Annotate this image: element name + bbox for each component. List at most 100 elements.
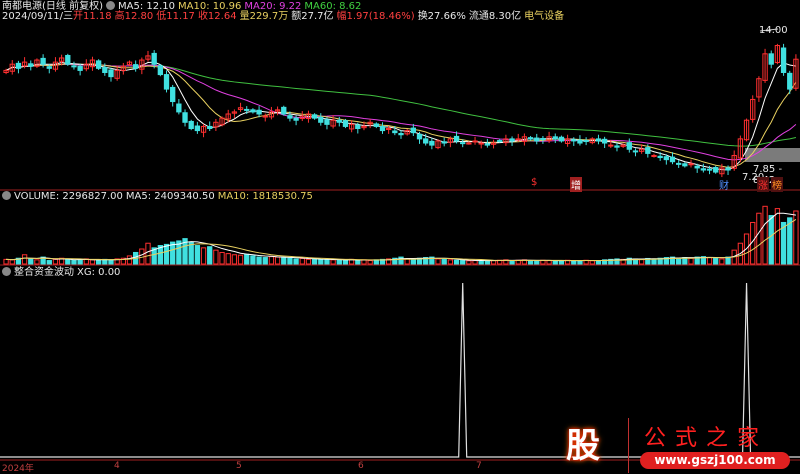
volume-ma10: MA10: 1818530.75 [217, 191, 313, 202]
volume-bar [225, 253, 231, 265]
ma10-line [5, 63, 797, 168]
volume-bar [552, 260, 558, 265]
volume-bar [231, 254, 238, 265]
candle-body [614, 145, 620, 148]
candle-body [108, 69, 114, 78]
volume-bar [200, 247, 207, 265]
volume-header: VOLUME: 2296827.00 MA5: 2409340.50 MA10: 1… [2, 191, 316, 203]
volume-bar [244, 253, 250, 265]
volume-bar [330, 259, 336, 265]
volume-bar [34, 259, 40, 265]
candle-body [626, 142, 632, 150]
marker[interactable]: 财 [718, 177, 730, 192]
candle-body [552, 136, 558, 140]
candle-body [663, 156, 669, 161]
volume-bar [713, 257, 719, 265]
candle-body [318, 116, 324, 123]
x-axis-label: 5 [236, 461, 242, 471]
site-name: 公式之家 [644, 426, 769, 451]
volume-bar [305, 258, 312, 265]
high-annotation: 14.00 [759, 25, 788, 36]
x-axis-label: 4 [114, 461, 120, 471]
volume-bar [287, 257, 293, 265]
x-axis-label: 6 [358, 461, 364, 471]
candle-body [713, 167, 719, 173]
chevron-down-icon[interactable] [2, 191, 11, 200]
candle-body [170, 86, 176, 103]
candle-body [534, 137, 540, 142]
ma20-line [5, 63, 797, 161]
marker[interactable]: 涨 [757, 177, 769, 192]
volume-bar [293, 258, 299, 265]
candle-body [583, 140, 589, 143]
candle-body [133, 64, 139, 69]
volume-bar [237, 254, 244, 265]
candle-body [250, 109, 256, 113]
volume-bar [46, 260, 52, 265]
candle-body [342, 120, 349, 127]
volume-bar [361, 259, 367, 265]
volume-bar [398, 256, 404, 265]
volume-bar [706, 257, 713, 265]
candle-body [324, 119, 330, 125]
volume-bar [3, 258, 9, 265]
candle-body [700, 168, 707, 171]
volume-bar [262, 257, 268, 265]
volume-bar [453, 259, 460, 265]
candle-body [577, 139, 583, 144]
volume-bar [472, 260, 478, 265]
volume-bar [219, 251, 225, 265]
candle-body [601, 138, 608, 144]
volume-bar [250, 255, 256, 265]
candle-body [373, 123, 379, 127]
volume-bar [484, 260, 491, 265]
marker[interactable]: $ [530, 177, 538, 188]
candle-body [392, 130, 398, 134]
volume-bar [311, 258, 318, 265]
volume-bar [355, 259, 361, 265]
volume-bar [126, 255, 133, 265]
candle-body [423, 138, 429, 144]
marker[interactable]: 榜 [771, 177, 783, 192]
candle-body [706, 168, 713, 171]
volume-bar [89, 259, 96, 265]
candle-body [77, 65, 83, 71]
candle-body [157, 65, 164, 76]
logo-char: 股 [566, 426, 600, 466]
volume-bar [719, 258, 725, 265]
volume-bar [435, 258, 441, 265]
volume-bar [546, 260, 552, 265]
candle-body [768, 53, 774, 65]
candle-body [787, 72, 793, 90]
candle-body [15, 62, 22, 69]
candle-body [725, 167, 731, 171]
volume-bar [9, 259, 15, 265]
site-url[interactable]: www.gszj100.com [640, 452, 790, 469]
volume-bar [108, 259, 114, 265]
candle-body [102, 67, 108, 73]
volume-bar [466, 260, 472, 265]
candle-body [293, 117, 299, 121]
candle-body [28, 63, 34, 67]
watermark-logo: 股 公式之家 www.gszj100.com [560, 418, 800, 473]
candle-body [460, 142, 466, 145]
volume-bar [145, 242, 151, 265]
marker[interactable]: 增 [570, 177, 582, 192]
candle-body [410, 127, 417, 134]
volume-ma5-line [6, 212, 796, 262]
candle-body [188, 120, 194, 130]
volume-bar [318, 259, 324, 265]
candle-body [669, 156, 676, 163]
kline-chart[interactable] [0, 0, 800, 473]
chevron-down-icon[interactable] [2, 267, 11, 276]
candle-body [194, 125, 201, 132]
candle-body [182, 112, 188, 123]
candle-body [207, 125, 213, 130]
candle-body [311, 114, 318, 119]
candle-body [244, 108, 250, 111]
indicator-header: 整合资金波动 XG: 0.00 [2, 267, 123, 279]
candle-body [95, 60, 102, 69]
candle-body [379, 125, 386, 132]
candle-body [466, 142, 472, 145]
candle-body [256, 109, 262, 115]
